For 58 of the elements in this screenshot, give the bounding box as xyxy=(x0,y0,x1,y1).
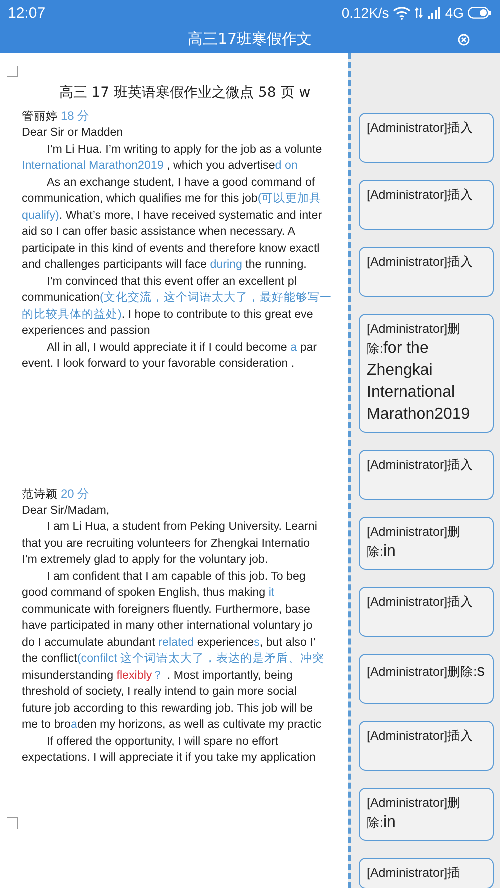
comment-balloon[interactable]: [Administrator]插入 xyxy=(359,721,494,771)
text-line: future job according to this rewarding job. This job will be xyxy=(22,700,314,716)
comment-balloon[interactable]: [Administrator]插入 xyxy=(359,113,494,163)
text-line: me to broaden my horizons, as well as cultivate my practic xyxy=(22,717,322,733)
comment-balloon[interactable]: [Administrator]插入 xyxy=(359,180,494,230)
text-line: qualify). What’s more, I have received systematic and inter xyxy=(22,208,322,224)
close-icon[interactable] xyxy=(458,34,470,46)
text-line: event. I look forward to your favorable consideration . xyxy=(22,356,295,372)
score-label: 20 分 xyxy=(61,486,90,502)
text-line: that you are recruiting volunteers for Zhengkai Internatio xyxy=(22,536,310,552)
text-line: good command of spoken English, thus making it xyxy=(22,585,275,601)
text-line: expectations. I will appreciate it if you take my application xyxy=(22,750,316,766)
text-line: participate in this kind of events and therefore know exactl xyxy=(22,240,320,256)
text-line: communication, which qualifies me for this job(可以更加具 xyxy=(22,191,322,207)
comment-balloon[interactable]: [Administrator]删除:for the Zhengkai International Marathon2019 xyxy=(359,314,494,433)
author-name: 范诗颖 xyxy=(22,486,58,502)
text-line: I’m extremely glad to apply for the voluntary job. xyxy=(22,552,268,568)
text-line: If offered the opportunity, I will spare no effort xyxy=(46,734,278,750)
text-line: As an exchange student, I have a good command of xyxy=(46,174,316,190)
text-line: communication(文化交流，这个词语太大了，最好能够写一 xyxy=(22,290,332,306)
data-arrows-icon xyxy=(415,7,424,19)
score-label: 18 分 xyxy=(61,108,90,125)
network-type: 4G xyxy=(445,5,464,21)
comment-balloon[interactable]: [Administrator]删除:in xyxy=(359,517,494,570)
wifi-icon xyxy=(393,6,412,20)
text-line: misunderstanding flexibly？ . Most importantly, being xyxy=(22,668,293,684)
text-line: International Marathon2019 , which you advertised on xyxy=(22,158,298,174)
text-line: experiences and passion xyxy=(22,323,150,339)
comment-balloon[interactable]: [Administrator]插 xyxy=(359,858,494,888)
comment-balloon[interactable]: [Administrator]插入 xyxy=(359,450,494,500)
text-line: I’m Li Hua. I’m writing to apply for the job as a volunte xyxy=(46,142,322,158)
text-line: communicate with foreigners fluently. Furthermore, base xyxy=(22,602,310,618)
text-line: All in all, I would appreciate it if I could become a par xyxy=(46,340,318,356)
text-line: aid so I can offer basic assistance when necessary. A xyxy=(22,224,296,240)
comment-balloon[interactable]: [Administrator]插入 xyxy=(359,247,494,297)
text-line: and challenges participants will face during the running. xyxy=(22,257,307,273)
text-line: I’m convinced that this event offer an excellent pl xyxy=(46,274,297,290)
window-title: 高三17班寒假作文 xyxy=(188,30,312,49)
clock-time: 12:07 xyxy=(8,4,46,22)
comment-balloon[interactable]: [Administrator]删除:s xyxy=(359,654,494,704)
text-line: 的比较具体的益处). I hope to contribute to this great eve xyxy=(22,306,314,322)
crop-mark-icon xyxy=(7,816,19,828)
crop-mark-icon xyxy=(7,66,19,78)
document-heading: 高三 17 班英语寒假作业之微点 58 页 w xyxy=(59,84,311,102)
text-line: Dear Sir/Madam, xyxy=(22,502,110,518)
network-speed: 0.12K/s xyxy=(342,5,390,21)
comment-balloon[interactable]: [Administrator]插入 xyxy=(359,587,494,637)
text-line: do I accumulate abundant related experiences, but also I’ xyxy=(22,634,316,650)
text-line: have participated in many other international voluntary jo xyxy=(22,618,313,634)
text-line: I am confident that I am capable of this job. To beg xyxy=(46,568,306,584)
text-line: the conflict(confilct 这个词语太大了，表达的是矛盾、冲突 xyxy=(22,651,325,667)
text-line: threshold of society, I really intend to gain more social xyxy=(22,684,297,700)
author-name: 管丽婷 xyxy=(22,109,58,124)
battery-icon xyxy=(468,7,492,19)
signal-icon xyxy=(427,7,442,19)
comment-balloon[interactable]: [Administrator]删除:in xyxy=(359,788,494,841)
text-line: Dear Sir or Madden xyxy=(22,125,124,141)
text-line: I am Li Hua, a student from Peking University. Learni xyxy=(46,519,318,535)
